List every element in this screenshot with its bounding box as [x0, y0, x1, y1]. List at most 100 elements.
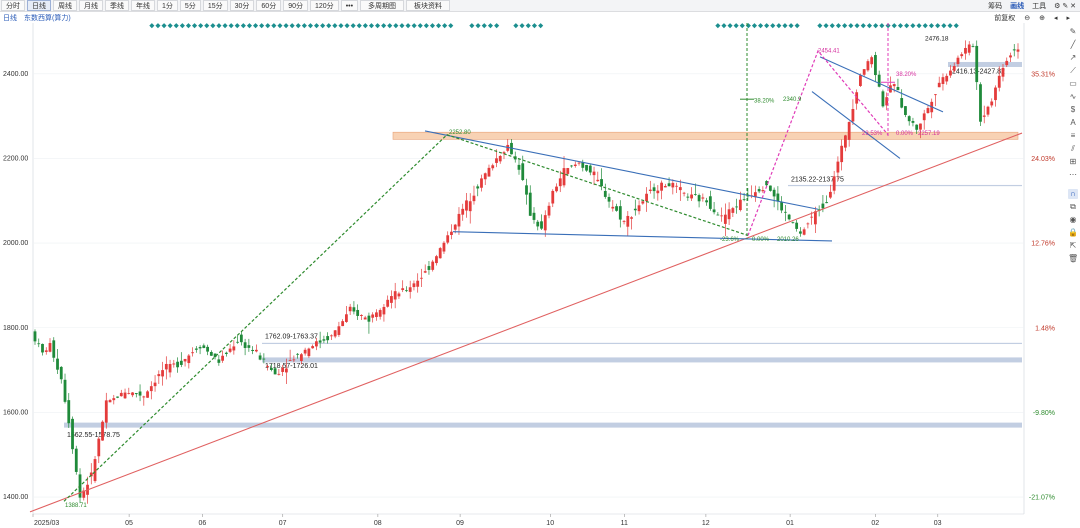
- chip-button[interactable]: 筹码: [988, 1, 1002, 11]
- channel-upper-line[interactable]: [424, 130, 819, 210]
- y-tick-label: 2400.00: [3, 71, 28, 78]
- signal-diamond: [240, 23, 246, 29]
- candle-body: [986, 106, 990, 115]
- price-icon[interactable]: $: [1068, 105, 1078, 115]
- lock-icon[interactable]: 🔒: [1068, 228, 1078, 238]
- candle-body: [318, 340, 322, 343]
- tab-11[interactable]: 90分: [283, 0, 308, 11]
- chart-subheader: 日线 东数西算(算力) 前复权 ⊖ ⊕ ◂ ▸: [0, 12, 1080, 23]
- candle-body: [825, 202, 829, 204]
- signal-diamond: [228, 23, 234, 29]
- tab-8[interactable]: 15分: [202, 0, 228, 11]
- candle-body: [791, 222, 795, 224]
- period-label: 日线: [3, 14, 17, 22]
- fib-pink-value: 2257.19: [918, 131, 940, 137]
- drawn-lines[interactable]: [29, 23, 1023, 513]
- signal-diamond: [179, 23, 185, 29]
- magnet-icon[interactable]: ∩: [1068, 189, 1078, 199]
- candle-body: [757, 189, 761, 192]
- signal-diamond: [259, 23, 265, 29]
- tab-7[interactable]: 5分: [179, 0, 201, 11]
- channel-icon[interactable]: ⫽: [1068, 144, 1078, 154]
- tab-2[interactable]: 周线: [53, 0, 77, 11]
- pin-icon[interactable]: ✎: [1068, 27, 1078, 37]
- line-icon[interactable]: ╱: [1068, 40, 1078, 50]
- tools-button[interactable]: 工具: [1032, 1, 1046, 11]
- measure-icon[interactable]: ⊞: [1068, 157, 1078, 167]
- minus-icon[interactable]: ⊖: [1024, 14, 1030, 22]
- y-tick-label: 1400.00: [3, 494, 28, 501]
- candle-body: [337, 326, 341, 335]
- rect-icon[interactable]: ▭: [1068, 79, 1078, 89]
- segment-icon[interactable]: ⟋: [1068, 66, 1078, 76]
- channel-lower-line[interactable]: [452, 231, 833, 242]
- zone-label: 1718.57-1726.01: [265, 363, 318, 370]
- tab-6[interactable]: 1分: [157, 0, 178, 11]
- candle-body: [435, 256, 438, 264]
- ray-icon[interactable]: ↗: [1068, 53, 1078, 63]
- candle-body: [990, 101, 994, 106]
- candle-body: [59, 366, 63, 380]
- candle-body: [798, 231, 802, 234]
- candle-body: [172, 363, 176, 365]
- tab-12[interactable]: 120分: [310, 0, 339, 11]
- candle-body: [483, 173, 487, 180]
- signal-diamond: [204, 23, 210, 29]
- tab-15[interactable]: 板块资料: [406, 0, 451, 11]
- signal-diamond: [393, 23, 399, 29]
- pct-tick-label: -9.80%: [1033, 410, 1055, 417]
- candle-body: [682, 192, 686, 194]
- signal-diamond: [715, 23, 721, 29]
- layers-icon[interactable]: ⧉: [1068, 202, 1078, 212]
- tab-3[interactable]: 月线: [79, 0, 103, 11]
- candle-body: [701, 197, 705, 199]
- signal-diamond: [161, 23, 167, 29]
- candle-body: [112, 398, 116, 401]
- candle-body: [540, 221, 543, 229]
- signal-diamond: [344, 23, 350, 29]
- y-tick-label: 2000.00: [3, 240, 28, 247]
- candle-body: [157, 374, 161, 377]
- candle-body: [386, 299, 390, 307]
- more-icon[interactable]: ⋯: [1068, 170, 1078, 180]
- fib-icon[interactable]: ≡: [1068, 131, 1078, 141]
- candle-body: [164, 363, 168, 370]
- candle-body: [787, 214, 791, 220]
- signal-diamond: [891, 23, 897, 29]
- candle-body: [915, 124, 919, 130]
- kline-chart[interactable]: 1762.09-1763.37 1718.57-1726.01 1562.55-15…: [0, 23, 1066, 528]
- plus-icon[interactable]: ⊕: [1039, 14, 1045, 22]
- tab-14[interactable]: 多周期图: [360, 0, 405, 11]
- index-name[interactable]: 东数西算(算力): [24, 13, 71, 23]
- wave-pink-dashed[interactable]: [747, 49, 889, 236]
- adjust-label[interactable]: 前复权: [994, 13, 1015, 23]
- tab-4[interactable]: 季线: [105, 0, 129, 11]
- wave-green-dashed[interactable]: [63, 134, 749, 502]
- tab-9[interactable]: 30分: [229, 0, 255, 11]
- text-icon[interactable]: A: [1068, 118, 1078, 128]
- toolbar-icons[interactable]: ⚙ ✎ ✕: [1054, 2, 1076, 10]
- left-icon[interactable]: ◂: [1054, 14, 1058, 22]
- tab-1[interactable]: 日线: [27, 0, 51, 11]
- signal-diamond: [362, 23, 368, 29]
- candle-body: [209, 351, 213, 356]
- tab-13[interactable]: •••: [340, 0, 359, 11]
- support-zone: [262, 342, 1022, 345]
- eye-icon[interactable]: ◉: [1068, 215, 1078, 225]
- candle-body: [142, 396, 146, 398]
- share-icon[interactable]: ⇱: [1068, 241, 1078, 251]
- brush-icon[interactable]: ∿: [1068, 92, 1078, 102]
- tab-0[interactable]: 分时: [1, 0, 25, 11]
- tab-5[interactable]: 年线: [131, 0, 155, 11]
- x-tick-label: 10: [546, 520, 554, 527]
- candle-body: [183, 358, 187, 362]
- signal-diamond: [356, 23, 362, 29]
- candle-body: [720, 215, 723, 217]
- candle-body: [93, 459, 97, 482]
- draw-line-button[interactable]: 画线: [1010, 1, 1024, 11]
- candle-body: [247, 345, 251, 348]
- right-icon[interactable]: ▸: [1066, 14, 1070, 22]
- delete-icon[interactable]: 🗑: [1068, 254, 1078, 264]
- channel2-upper[interactable]: [819, 56, 944, 113]
- tab-10[interactable]: 60分: [256, 0, 282, 11]
